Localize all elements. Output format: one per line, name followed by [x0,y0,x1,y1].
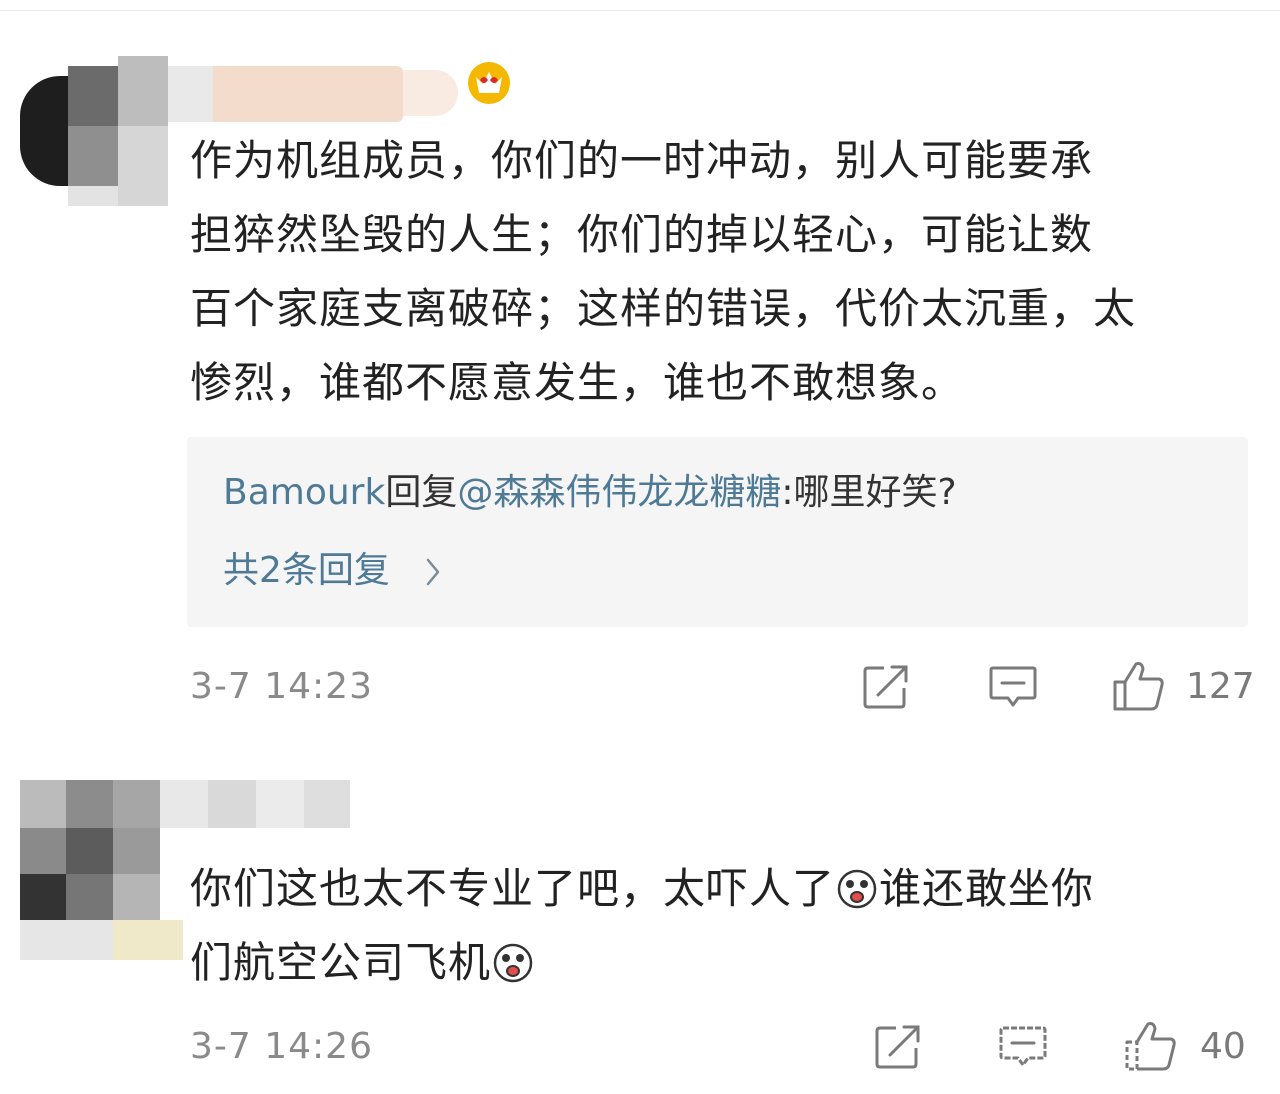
comment-line: 惨烈，谁都不愿意发生，谁也不敢想象。 [190,358,965,407]
comment-body: 你们这也太不专业了吧，太吓人了 谁还敢坐你 们航空公司飞机 [190,852,1260,1000]
comment-timestamp: 3-7 14:26 [190,1026,373,1067]
thumbs-up-icon[interactable] [1112,660,1166,712]
comment-line: 百个家庭支离破碎；这样的错误，代价太沉重，太 [190,284,1137,333]
comment-line: 你们这也太不专业了吧，太吓人了 谁还敢坐你 [190,852,1260,926]
reply-preview[interactable]: Bamourk回复@森森伟伟龙龙糖糖:哪里好笑? 共2条回复 [187,437,1248,627]
comment-text-segment: 们航空公司飞机 [190,938,492,987]
view-all-replies-label: 共2条回复 [223,550,390,591]
reply-content: 哪里好笑? [793,472,957,513]
comment-text-segment: 谁还敢坐你 [879,864,1095,913]
comment-line: 作为机组成员，你们的一时冲动，别人可能要承 [190,136,1094,185]
reply-line: Bamourk回复@森森伟伟龙龙糖糖:哪里好笑? [223,467,957,519]
reply-author-link[interactable]: Bamourk [223,472,385,513]
comment-timestamp: 3-7 14:23 [190,666,373,707]
username[interactable] [168,66,458,122]
reply-mention-link[interactable]: @森森伟伟龙龙糖糖 [457,472,781,513]
comment-icon[interactable] [998,1024,1048,1070]
reply-colon: : [781,472,794,513]
vip-crown-icon [468,62,510,104]
comment-text-segment: 你们这也太不专业了吧，太吓人了 [190,864,836,913]
shocked-face-emoji-icon [493,943,533,983]
avatar[interactable] [20,780,183,960]
comment-line: 担猝然坠毁的人生；你们的掉以轻心，可能让数 [190,210,1094,259]
thumbs-up-icon[interactable] [1124,1020,1178,1072]
comment-line: 们航空公司飞机 [190,926,1260,1000]
chevron-right-icon [427,558,440,586]
share-icon[interactable] [862,664,910,710]
comment-item: 作为机组成员，你们的一时冲动，别人可能要承 担猝然坠毁的人生；你们的掉以轻心，可… [0,0,1280,740]
comment-icon[interactable] [988,664,1038,710]
like-count: 127 [1186,666,1255,707]
avatar[interactable] [18,56,168,206]
comment-item: 你们这也太不专业了吧，太吓人了 谁还敢坐你 们航空公司飞机 3-7 14:26 [0,740,1280,1094]
username[interactable] [160,780,350,828]
view-all-replies-link[interactable]: 共2条回复 [223,545,441,597]
like-count: 40 [1200,1026,1246,1067]
reply-word: 回复 [385,472,458,513]
shocked-face-emoji-icon [837,869,877,909]
comment-body: 作为机组成员，你们的一时冲动，别人可能要承 担猝然坠毁的人生；你们的掉以轻心，可… [190,124,1260,420]
share-icon[interactable] [874,1024,922,1070]
